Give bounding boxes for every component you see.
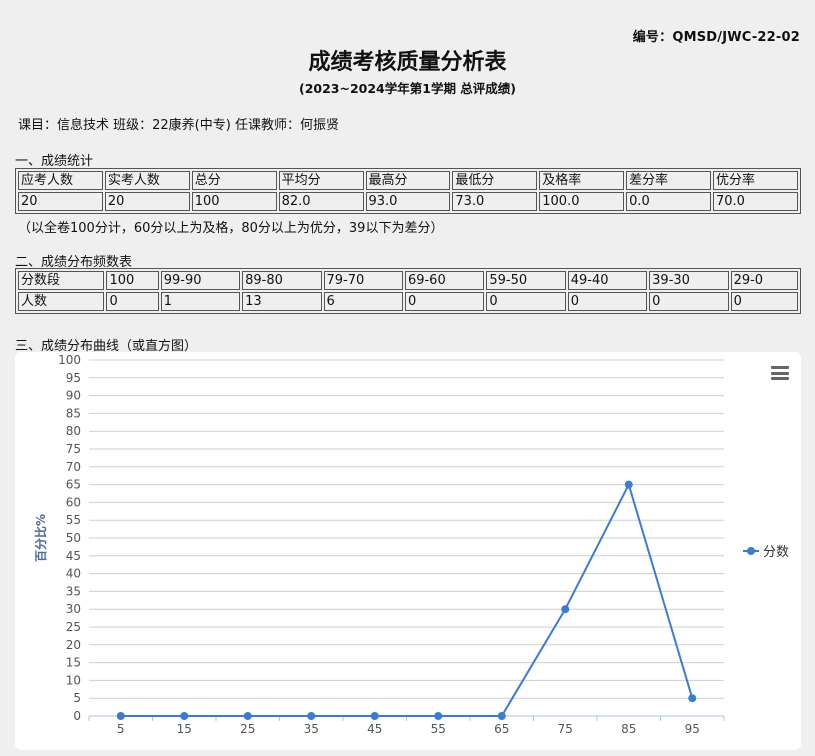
y-tick-label: 30 <box>66 602 81 616</box>
table-cell: 100 <box>106 271 159 290</box>
table-cell: 73.0 <box>452 192 538 211</box>
data-point <box>497 712 506 720</box>
table-cell: 69-60 <box>404 271 485 290</box>
data-point <box>370 712 379 720</box>
y-tick-label: 100 <box>58 353 81 367</box>
y-tick-label: 75 <box>66 442 81 456</box>
table-cell: 20 <box>18 192 103 211</box>
frequency-table: 分数段 100 99-90 89-80 79-70 69-60 59-50 49… <box>15 268 801 314</box>
table-cell: 0 <box>649 292 729 311</box>
data-point <box>116 712 125 720</box>
y-tick-label: 15 <box>66 656 81 670</box>
data-point <box>180 712 189 720</box>
y-tick-label: 80 <box>66 424 81 438</box>
table-header-cell: 实考人数 <box>104 171 190 190</box>
course-info: 课目：信息技术 班级：22康养(中专) 任课教师：何振贤 <box>18 118 339 133</box>
data-point <box>307 712 316 720</box>
table-cell: 分数段 <box>18 271 105 290</box>
table-cell: 13 <box>242 292 322 311</box>
y-tick-label: 20 <box>66 638 81 652</box>
y-tick-label: 25 <box>66 620 81 634</box>
y-tick-label: 10 <box>66 673 81 687</box>
table-cell: 82.0 <box>278 192 364 211</box>
table-row: 人数 0 1 13 6 0 0 0 0 0 <box>18 292 798 311</box>
distribution-chart: 0 5 10 15 20 25 30 35 40 45 50 55 60 65 70 75 80 85 90 95 10… <box>15 352 801 750</box>
x-tick-label: 45 <box>367 722 382 736</box>
table-cell: 29-0 <box>730 271 798 290</box>
page-subtitle: (2023~2024学年第1学期 总评成绩) <box>298 81 517 96</box>
table-cell: 100 <box>191 192 277 211</box>
y-tick-label: 5 <box>73 691 81 705</box>
table-cell: 79-70 <box>323 271 403 290</box>
x-tick-label: 35 <box>304 722 319 736</box>
table-row: 应考人数 实考人数 总分 平均分 最高分 最低分 及格率 差分率 优分率 <box>18 171 798 190</box>
y-tick-label: 90 <box>66 389 81 403</box>
table-cell: 0 <box>106 292 159 311</box>
y-tick-label: 45 <box>66 549 81 563</box>
x-tick-label: 65 <box>494 722 509 736</box>
data-point <box>624 480 633 489</box>
data-point <box>434 712 443 720</box>
table-header-cell: 差分率 <box>626 171 711 190</box>
table-cell: 0 <box>730 292 798 311</box>
chart-menu-icon[interactable] <box>771 366 789 380</box>
table-cell: 59-50 <box>486 271 566 290</box>
y-tick-label: 95 <box>66 371 81 385</box>
x-tick-label: 5 <box>117 722 125 736</box>
legend-marker <box>747 547 755 555</box>
x-tick-label: 55 <box>431 722 446 736</box>
table-header-cell: 总分 <box>191 171 277 190</box>
legend-label: 分数 <box>763 545 789 560</box>
y-tick-label: 35 <box>66 584 81 598</box>
data-point <box>243 712 252 720</box>
table-cell: 49-40 <box>567 271 648 290</box>
table-header-cell: 应考人数 <box>18 171 103 190</box>
score-statistics-table: 应考人数 实考人数 总分 平均分 最高分 最低分 及格率 差分率 优分率 20 … <box>15 168 801 214</box>
y-tick-label: 40 <box>66 567 81 581</box>
y-tick-label: 55 <box>66 513 81 527</box>
y-tick-label: 70 <box>66 460 81 474</box>
table-cell: 0 <box>404 292 485 311</box>
table-cell: 6 <box>323 292 403 311</box>
table-cell: 1 <box>160 292 241 311</box>
table-header-cell: 最高分 <box>365 171 451 190</box>
page-title: 成绩考核质量分析表 <box>308 50 507 75</box>
table-cell: 89-80 <box>242 271 322 290</box>
section-score-statistics-heading: 一、成绩统计 <box>15 154 94 169</box>
table-cell: 0 <box>486 292 566 311</box>
data-point <box>688 694 697 703</box>
table-cell: 0 <box>567 292 648 311</box>
table-cell: 100.0 <box>539 192 625 211</box>
table-cell: 99-90 <box>160 271 241 290</box>
table-cell: 93.0 <box>365 192 451 211</box>
document-number: 编号：QMSD/JWC-22-02 <box>632 30 800 45</box>
table-cell: 70.0 <box>713 192 798 211</box>
x-tick-label: 75 <box>558 722 573 736</box>
y-tick-label: 0 <box>73 709 81 723</box>
table-header-cell: 优分率 <box>713 171 798 190</box>
y-axis-label: 百分比% <box>33 514 48 562</box>
data-point <box>561 605 570 614</box>
y-tick-label: 50 <box>66 531 81 545</box>
table-cell: 20 <box>104 192 190 211</box>
grading-note: （以全卷100分计，60分以上为及格，80分以上为优分，39以下为差分） <box>18 221 444 236</box>
x-tick-label: 15 <box>177 722 192 736</box>
table-header-cell: 平均分 <box>278 171 364 190</box>
x-tick-label: 85 <box>621 722 636 736</box>
table-cell: 0.0 <box>626 192 711 211</box>
table-row: 分数段 100 99-90 89-80 79-70 69-60 59-50 49… <box>18 271 798 290</box>
series-line <box>120 481 694 717</box>
chart-svg: 0 5 10 15 20 25 30 35 40 45 50 55 60 65 70 75 80 85 90 95 10… <box>33 353 789 736</box>
x-tick-label: 25 <box>240 722 255 736</box>
y-tick-label: 85 <box>66 406 81 420</box>
y-tick-label: 60 <box>66 495 81 509</box>
table-header-cell: 最低分 <box>452 171 538 190</box>
table-header-cell: 及格率 <box>539 171 625 190</box>
y-tick-label: 65 <box>66 478 81 492</box>
table-row: 20 20 100 82.0 93.0 73.0 100.0 0.0 70.0 <box>18 192 798 211</box>
x-tick-label: 95 <box>685 722 700 736</box>
table-cell: 人数 <box>18 292 105 311</box>
table-cell: 39-30 <box>649 271 729 290</box>
